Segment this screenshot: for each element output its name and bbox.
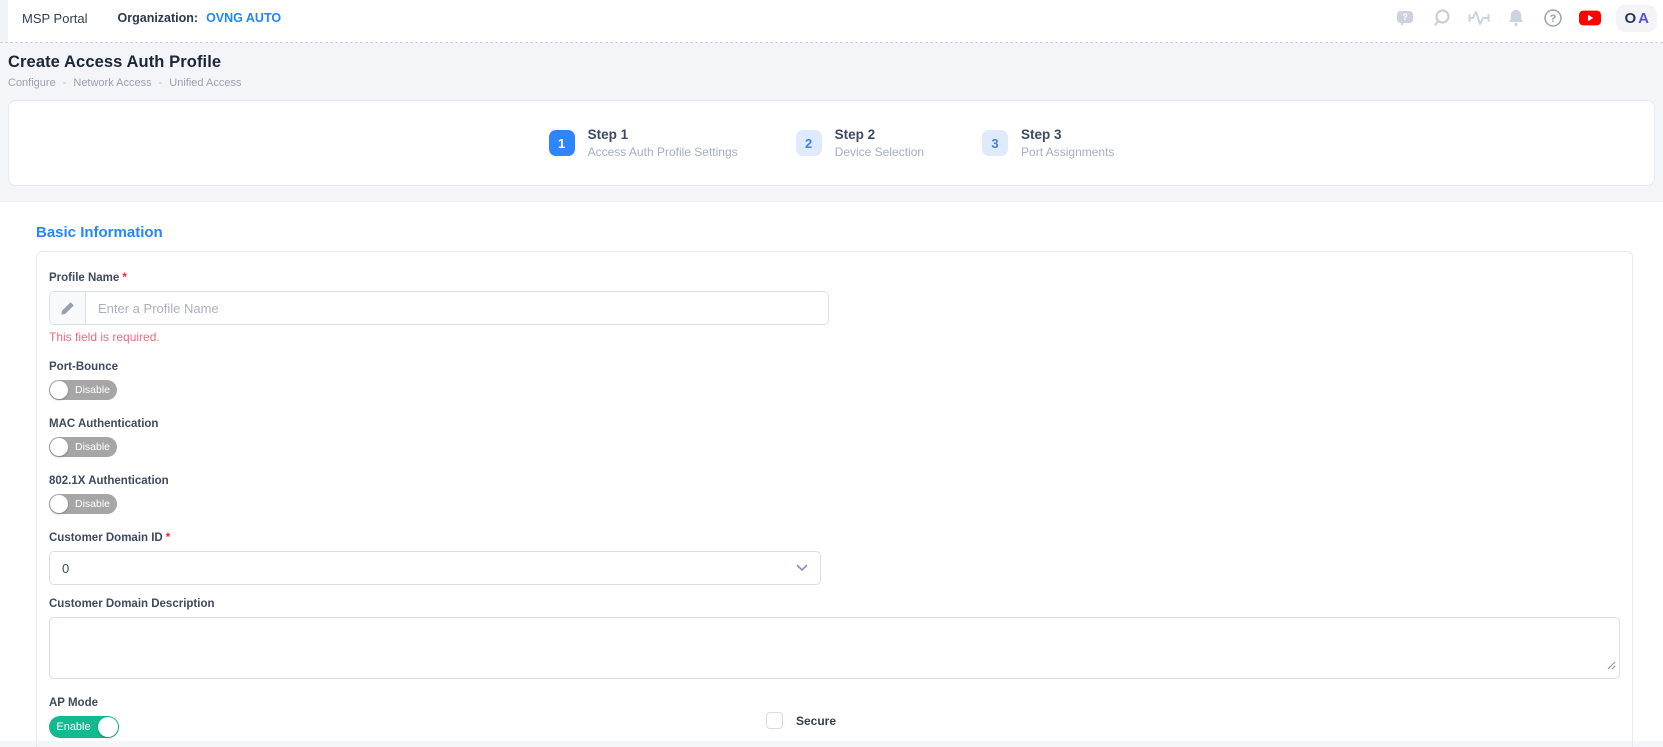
chevron-down-icon (796, 559, 808, 577)
ap-mode-row: Enable Secure (49, 709, 1620, 739)
page-title: Create Access Auth Profile (8, 53, 1663, 72)
customer-domain-id-label: Customer Domain ID* (49, 532, 1620, 544)
secure-checkbox[interactable] (766, 712, 783, 729)
port-bounce-label: Port-Bounce (49, 361, 1620, 373)
section-title: Basic Information (36, 224, 1633, 241)
top-bar-left: MSP Portal Organization: OVNG AUTO (22, 11, 281, 26)
svg-text:?: ? (1403, 12, 1409, 22)
step-1-text: Step 1 Access Auth Profile Settings (588, 127, 738, 159)
required-asterisk: * (122, 272, 126, 284)
help-icon[interactable]: ? (1542, 7, 1564, 29)
youtube-icon[interactable] (1579, 7, 1601, 29)
step-2-title: Step 2 (835, 127, 924, 142)
svg-text:?: ? (1550, 13, 1557, 25)
step-3[interactable]: 3 Step 3 Port Assignments (982, 127, 1114, 159)
profile-name-input[interactable] (86, 292, 828, 324)
port-bounce-toggle[interactable]: Disable (49, 380, 117, 400)
ap-mode-toggle[interactable]: Enable (49, 716, 119, 738)
basic-information-panel: Profile Name* This field is required. Po… (36, 251, 1633, 747)
app-title[interactable]: MSP Portal (22, 11, 88, 26)
toggle-state-label: Disable (68, 498, 117, 510)
step-2-subtitle: Device Selection (835, 145, 924, 159)
breadcrumb-item-unified-access[interactable]: Unified Access (169, 77, 241, 89)
customer-domain-description-textarea[interactable] (49, 617, 1620, 679)
avatar-initial-primary: O (1624, 10, 1636, 27)
toggle-knob (50, 381, 68, 399)
secure-group: Secure (766, 712, 836, 729)
mac-authentication-label: MAC Authentication (49, 418, 1620, 430)
breadcrumb-item-configure[interactable]: Configure (8, 77, 56, 89)
organization-value[interactable]: OVNG AUTO (206, 11, 281, 25)
dot1x-authentication-label: 802.1X Authentication (49, 475, 1620, 487)
step-1[interactable]: 1 Step 1 Access Auth Profile Settings (549, 127, 738, 159)
step-3-badge: 3 (982, 130, 1008, 156)
ap-mode-label: AP Mode (49, 697, 1620, 709)
step-2[interactable]: 2 Step 2 Device Selection (796, 127, 924, 159)
step-2-badge: 2 (796, 130, 822, 156)
dot1x-authentication-toggle[interactable]: Disable (49, 494, 117, 514)
step-3-text: Step 3 Port Assignments (1021, 127, 1114, 159)
feedback-bubble-icon[interactable]: ? (1394, 7, 1416, 29)
top-bar-actions: ? ? O A (1394, 5, 1657, 32)
customer-domain-id-value: 0 (62, 561, 69, 576)
main-content: Basic Information Profile Name* This fie… (0, 201, 1663, 741)
avatar-initial-secondary: A (1638, 10, 1649, 27)
mac-authentication-toggle[interactable]: Disable (49, 437, 117, 457)
pencil-icon (50, 292, 86, 324)
top-bar: MSP Portal Organization: OVNG AUTO ? ? O… (0, 0, 1663, 43)
toggle-state-label: Disable (68, 441, 117, 453)
page-header: Create Access Auth Profile Configure - N… (0, 43, 1663, 89)
customer-domain-id-select[interactable]: 0 (49, 551, 821, 585)
organization-label: Organization: (118, 11, 199, 25)
breadcrumb-item-network-access[interactable]: Network Access (73, 77, 151, 89)
breadcrumb-separator: - (159, 77, 163, 89)
profile-name-label: Profile Name* (49, 272, 1620, 284)
customer-domain-description-label: Customer Domain Description (49, 598, 1620, 610)
toggle-state-label: Disable (68, 384, 117, 396)
wizard-stepper: 1 Step 1 Access Auth Profile Settings 2 … (8, 100, 1655, 186)
profile-name-input-group (49, 291, 829, 325)
profile-name-error: This field is required. (49, 330, 1620, 344)
toggle-knob (98, 717, 118, 737)
step-3-title: Step 3 (1021, 127, 1114, 142)
step-1-badge: 1 (549, 130, 575, 156)
toggle-state-label: Enable (49, 721, 98, 733)
notifications-bell-icon[interactable] (1505, 7, 1527, 29)
breadcrumb: Configure - Network Access - Unified Acc… (8, 77, 1663, 89)
search-icon[interactable] (1431, 7, 1453, 29)
health-pulse-icon[interactable] (1468, 7, 1490, 29)
step-1-subtitle: Access Auth Profile Settings (588, 145, 738, 159)
step-3-subtitle: Port Assignments (1021, 145, 1114, 159)
avatar[interactable]: O A (1616, 5, 1657, 32)
step-2-text: Step 2 Device Selection (835, 127, 924, 159)
breadcrumb-separator: - (63, 77, 67, 89)
toggle-knob (50, 438, 68, 456)
toggle-knob (50, 495, 68, 513)
required-asterisk: * (166, 532, 170, 544)
resize-handle-icon[interactable] (1606, 657, 1616, 675)
secure-label: Secure (796, 714, 836, 728)
step-1-title: Step 1 (588, 127, 738, 142)
